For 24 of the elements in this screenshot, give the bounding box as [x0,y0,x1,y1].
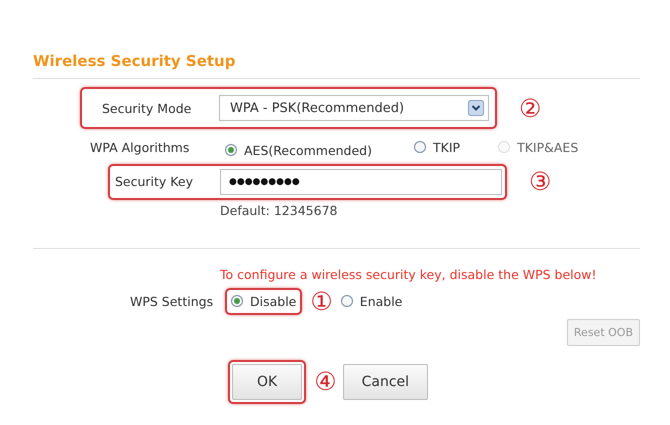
radio-option[interactable]: AES(Recommended) [225,142,372,158]
step-number: ④ [314,369,337,394]
field-label: WPS Settings [130,294,214,308]
field-label: WPA Algorithms [90,140,190,156]
radio-button[interactable] [340,295,353,307]
step-number: ② [519,96,542,120]
radio-option[interactable]: Disable [231,294,296,308]
field-label: Security Mode [102,100,192,116]
radio-button[interactable] [414,141,426,154]
cancel-button[interactable]: Cancel [342,364,428,400]
radio-button[interactable] [225,144,237,156]
security-key-field[interactable]: ●●●●●●●●● [220,168,502,194]
security-mode-select[interactable]: WPA - PSK(Recommended) [219,95,489,121]
radio-option[interactable]: Enable [340,294,402,308]
section-title: Wireless Security Setup [33,52,640,79]
caret-icon [468,100,484,116]
default-key-hint: Default: 12345678 [220,202,338,218]
ok-button[interactable]: OK [232,364,302,400]
field-label: Security Key [115,174,194,189]
step-number: ① [310,288,333,314]
step-number: ③ [529,169,552,194]
radio-button[interactable] [231,295,243,307]
warning-text: To configure a wireless security key, disable the WPS below! [220,266,598,282]
radio-option[interactable]: TKIP [414,140,460,155]
